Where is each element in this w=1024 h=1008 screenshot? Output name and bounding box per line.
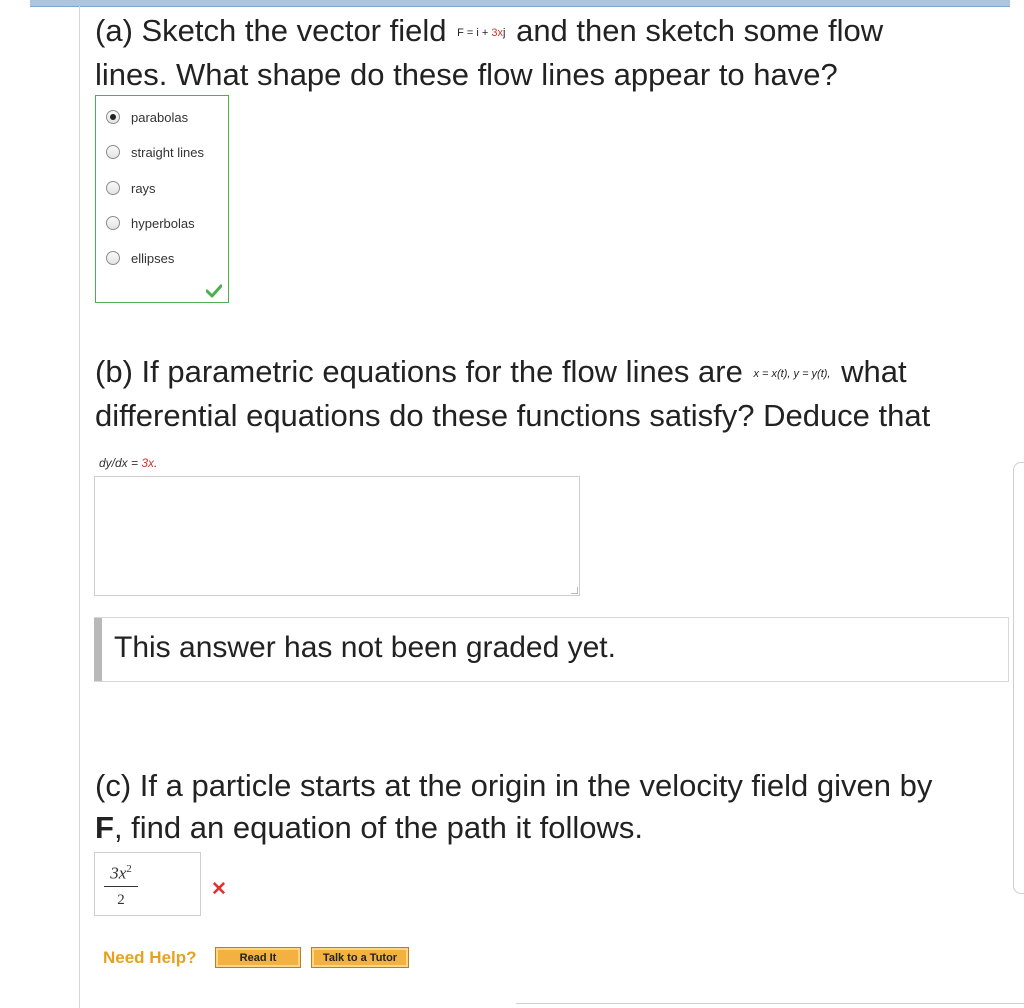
left-divider <box>79 6 80 1008</box>
talk-to-tutor-button[interactable]: Talk to a Tutor <box>311 947 409 968</box>
differential-equation-hint: dy/dx = 3x. <box>99 456 158 470</box>
fraction-answer: 3x2 2 <box>104 859 138 911</box>
right-panel-edge <box>1013 462 1024 894</box>
status-bar <box>94 618 102 681</box>
question-a-line2: lines. What shape do these flow lines ap… <box>95 56 838 92</box>
radio-selected[interactable] <box>106 110 120 124</box>
incorrect-x-icon: ✕ <box>211 879 227 900</box>
radio-button[interactable] <box>106 145 120 159</box>
answer-choices: parabolas straight lines rays hyperbolas… <box>95 95 229 303</box>
need-help-label: Need Help? <box>103 948 197 967</box>
answer-textarea[interactable] <box>94 476 580 596</box>
question-a-line1-end: and then sketch some flow <box>516 13 884 48</box>
radio-button[interactable] <box>106 251 120 265</box>
choice-hyperbolas[interactable]: hyperbolas <box>106 212 195 234</box>
question-a-line1-start: (a) Sketch the vector field <box>95 13 447 48</box>
radio-button[interactable] <box>106 216 120 230</box>
resize-handle[interactable] <box>571 587 578 594</box>
question-c-text: (c) If a particle starts at the origin i… <box>95 768 933 845</box>
vector-field-formula: F = i + 3xj <box>457 26 506 39</box>
radio-button[interactable] <box>106 181 120 195</box>
grading-status-banner: This answer has not been graded yet. <box>94 617 1009 682</box>
choice-parabolas[interactable]: parabolas <box>106 106 188 128</box>
question-b-text: (b) If parametric equations for the flow… <box>95 354 931 433</box>
choice-rays[interactable]: rays <box>106 177 156 199</box>
fraction-bar <box>104 885 138 887</box>
choice-straight-lines[interactable]: straight lines <box>106 141 204 163</box>
grading-status-text: This answer has not been graded yet. <box>114 631 616 664</box>
read-it-button[interactable]: Read It <box>215 947 301 968</box>
parametric-formula: x = x(t), y = y(t), <box>753 367 831 380</box>
question-a-text: (a) Sketch the vector field F = i + 3xj … <box>95 10 883 96</box>
bottom-divider <box>516 1003 1024 1004</box>
math-answer-input[interactable]: 3x2 2 <box>94 852 201 916</box>
fraction-denominator: 2 <box>117 891 125 908</box>
check-icon <box>206 284 222 298</box>
top-panel-border <box>30 0 1010 7</box>
choice-ellipses[interactable]: ellipses <box>106 247 174 269</box>
fraction-numerator: 3x2 <box>110 863 132 883</box>
